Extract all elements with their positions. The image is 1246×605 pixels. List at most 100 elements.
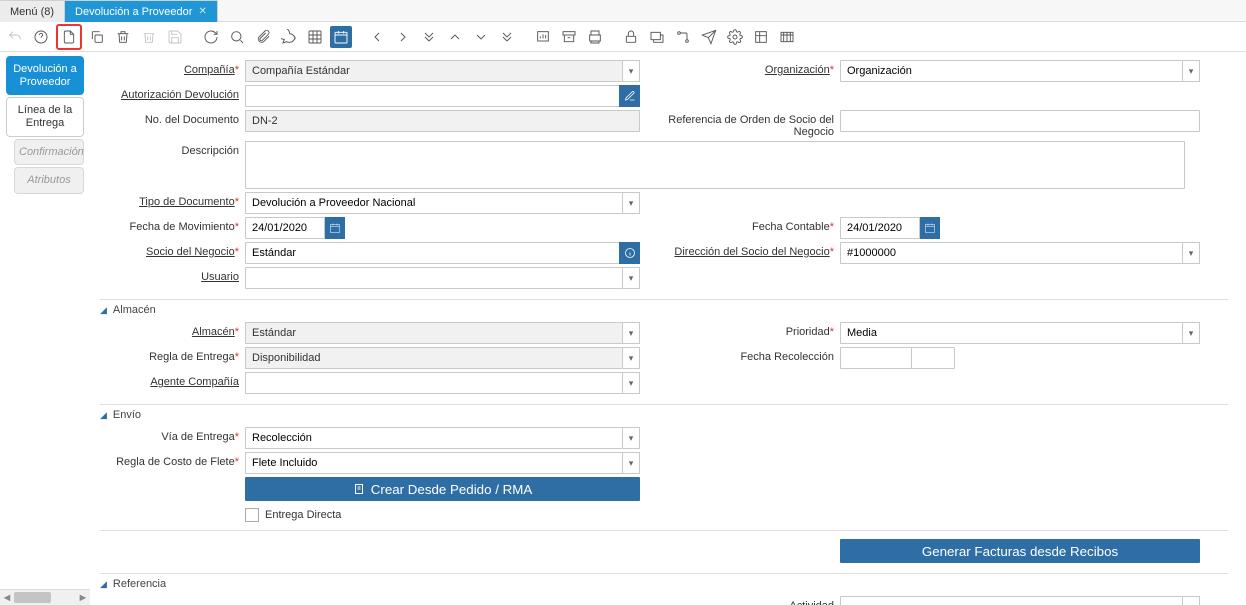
chevron-down-icon[interactable]: ▾ xyxy=(622,192,640,214)
save-icon xyxy=(164,26,186,48)
label-organizacion: Organización* xyxy=(640,60,840,76)
sidebar-item-atributos[interactable]: Atributos xyxy=(14,167,84,194)
chevron-down-icon[interactable]: ▾ xyxy=(622,322,640,344)
collapse-icon[interactable]: ◢ xyxy=(100,579,107,590)
chat-icon[interactable] xyxy=(278,26,300,48)
csv-export-icon[interactable] xyxy=(776,26,798,48)
zoom-across-icon[interactable] xyxy=(646,26,668,48)
generar-facturas-button[interactable]: Generar Facturas desde Recibos xyxy=(840,539,1200,563)
scroll-right-icon[interactable]: ► xyxy=(76,590,90,605)
almacen-field[interactable] xyxy=(245,322,622,344)
chevron-down-icon[interactable]: ▾ xyxy=(622,347,640,369)
delete-selection-icon xyxy=(138,26,160,48)
generar-facturas-label: Generar Facturas desde Recibos xyxy=(922,544,1118,559)
label-socio: Socio del Negocio* xyxy=(100,242,245,258)
sidebar-item-label: Devolución a Proveedor xyxy=(13,63,77,88)
calendar-icon[interactable] xyxy=(920,217,940,239)
tab-menu-label: Menú (8) xyxy=(10,6,54,18)
previous-record-icon[interactable] xyxy=(444,26,466,48)
entrega-directa-label: Entrega Directa xyxy=(265,509,341,521)
entrega-directa-checkbox[interactable]: Entrega Directa xyxy=(245,504,341,522)
next-record-icon[interactable] xyxy=(470,26,492,48)
compania-field[interactable] xyxy=(245,60,622,82)
direccionsocio-field[interactable] xyxy=(840,242,1182,264)
reforden-field[interactable] xyxy=(840,110,1200,132)
reglaentrega-field[interactable] xyxy=(245,347,622,369)
fechamovimiento-field[interactable] xyxy=(245,217,325,239)
workflow-icon[interactable] xyxy=(672,26,694,48)
prioridad-field[interactable] xyxy=(840,322,1182,344)
new-record-icon[interactable] xyxy=(56,24,82,50)
request-icon[interactable] xyxy=(698,26,720,48)
label-compania: Compañía* xyxy=(100,60,245,76)
autorizacion-field[interactable] xyxy=(245,85,620,107)
search-icon[interactable] xyxy=(226,26,248,48)
process-gear-icon[interactable] xyxy=(724,26,746,48)
history-icon[interactable] xyxy=(330,26,352,48)
detail-record-icon[interactable] xyxy=(392,26,414,48)
actividad-field[interactable] xyxy=(840,596,1182,605)
tab-devolucion[interactable]: Devolución a Proveedor ✕ xyxy=(65,0,218,22)
form-area: Compañía* ▾ Organización* ▾ xyxy=(90,52,1246,605)
fecharecoleccion-date-field[interactable] xyxy=(840,347,912,369)
archive-icon[interactable] xyxy=(558,26,580,48)
chevron-down-icon[interactable]: ▾ xyxy=(622,60,640,82)
copy-record-icon[interactable] xyxy=(86,26,108,48)
sidebar-scrollbar[interactable]: ◄ ► xyxy=(0,589,90,605)
socionegocio-field[interactable] xyxy=(245,242,620,264)
label-fecharecoleccion: Fecha Recolección xyxy=(640,347,840,363)
refresh-icon[interactable] xyxy=(200,26,222,48)
label-prioridad: Prioridad* xyxy=(640,322,840,338)
report-icon[interactable] xyxy=(532,26,554,48)
first-record-icon[interactable] xyxy=(418,26,440,48)
label-fechacont: Fecha Contable* xyxy=(640,217,840,233)
chevron-down-icon[interactable]: ▾ xyxy=(1182,60,1200,82)
info-icon[interactable] xyxy=(619,242,640,264)
agentecompania-field[interactable] xyxy=(245,372,622,394)
reglacostoflete-field[interactable] xyxy=(245,452,622,474)
label-tipodoc: Tipo de Documento* xyxy=(100,192,245,208)
crear-desde-button[interactable]: Crear Desde Pedido / RMA xyxy=(245,477,640,501)
checkbox-box[interactable] xyxy=(245,508,259,522)
chevron-down-icon[interactable]: ▾ xyxy=(1182,242,1200,264)
tipodocumento-field[interactable] xyxy=(245,192,622,214)
sidebar-item-label: Confirmación xyxy=(19,146,84,158)
label-actividad: Actividad xyxy=(640,596,840,605)
chevron-down-icon[interactable]: ▾ xyxy=(1182,322,1200,344)
edit-icon[interactable] xyxy=(619,85,640,107)
viaentrega-field[interactable] xyxy=(245,427,622,449)
fecharecoleccion-time-field[interactable] xyxy=(911,347,955,369)
chevron-down-icon[interactable]: ▾ xyxy=(622,267,640,289)
chevron-down-icon[interactable]: ▾ xyxy=(622,452,640,474)
scroll-left-icon[interactable]: ◄ xyxy=(0,590,14,605)
product-info-icon[interactable] xyxy=(750,26,772,48)
tab-menu[interactable]: Menú (8) xyxy=(0,0,65,22)
print-icon[interactable] xyxy=(584,26,606,48)
collapse-icon[interactable]: ◢ xyxy=(100,410,107,421)
parent-record-icon[interactable] xyxy=(366,26,388,48)
descripcion-field[interactable] xyxy=(245,141,1185,189)
collapse-icon[interactable]: ◢ xyxy=(100,305,107,316)
last-record-icon[interactable] xyxy=(496,26,518,48)
sidebar-item-confirmacion[interactable]: Confirmación xyxy=(14,139,84,166)
sidebar-item-devolucion[interactable]: Devolución a Proveedor xyxy=(6,56,84,95)
grid-toggle-icon[interactable] xyxy=(304,26,326,48)
nodocumento-field[interactable] xyxy=(245,110,640,132)
attachment-icon[interactable] xyxy=(252,26,274,48)
chevron-down-icon[interactable]: ▾ xyxy=(622,427,640,449)
usuario-field[interactable] xyxy=(245,267,622,289)
label-reforden: Referencia de Orden de Socio del Negocio xyxy=(640,110,840,138)
tab-devolucion-label: Devolución a Proveedor xyxy=(75,6,192,18)
close-icon[interactable]: ✕ xyxy=(198,6,206,17)
organizacion-field[interactable] xyxy=(840,60,1182,82)
sidebar-item-linea[interactable]: Línea de la Entrega xyxy=(6,97,84,136)
delete-icon[interactable] xyxy=(112,26,134,48)
chevron-down-icon[interactable]: ▾ xyxy=(622,372,640,394)
calendar-icon[interactable] xyxy=(325,217,345,239)
chevron-down-icon[interactable]: ▾ xyxy=(1182,596,1200,605)
label-descripcion: Descripción xyxy=(100,141,245,157)
help-icon[interactable] xyxy=(30,26,52,48)
fechacontable-field[interactable] xyxy=(840,217,920,239)
lock-icon[interactable] xyxy=(620,26,642,48)
label-usuario: Usuario xyxy=(100,267,245,283)
